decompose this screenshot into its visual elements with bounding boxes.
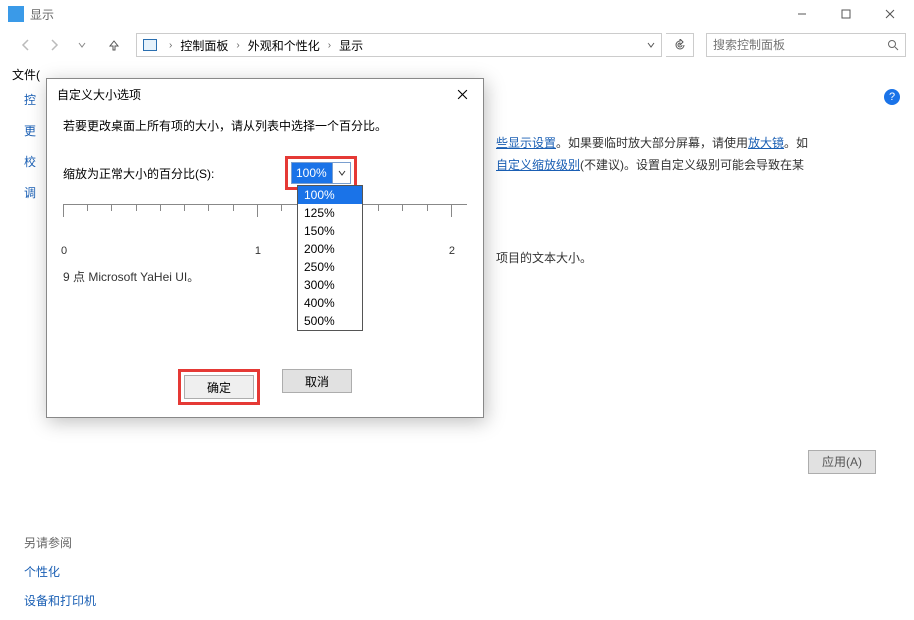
highlight-ok: 确定 xyxy=(178,369,260,405)
app-icon xyxy=(8,6,24,22)
scale-option[interactable]: 150% xyxy=(298,222,362,240)
apply-button[interactable]: 应用(A) xyxy=(808,450,876,474)
scale-value: 100% xyxy=(292,163,332,183)
left-sidebar: 控 更 校 调 xyxy=(24,91,36,201)
scale-option[interactable]: 400% xyxy=(298,294,362,312)
ruler[interactable]: 0 1 2 xyxy=(63,204,467,262)
back-button[interactable] xyxy=(14,33,38,57)
scale-option[interactable]: 250% xyxy=(298,258,362,276)
scale-combobox[interactable]: 100% xyxy=(291,162,351,184)
breadcrumb-item[interactable]: 外观和个性化 xyxy=(246,37,322,54)
window-title: 显示 xyxy=(30,6,54,23)
chevron-right-icon: › xyxy=(322,40,337,51)
custom-scaling-link[interactable]: 自定义缩放级别 xyxy=(496,158,580,172)
chevron-down-icon[interactable] xyxy=(332,163,350,183)
recent-dropdown[interactable] xyxy=(70,33,94,57)
sample-text: 9 点 Microsoft YaHei UI。 xyxy=(63,268,467,285)
breadcrumb-dropdown[interactable] xyxy=(641,40,661,50)
breadcrumb-item[interactable]: 控制面板 xyxy=(178,37,230,54)
nav-bar: › 控制面板 › 外观和个性化 › 显示 xyxy=(0,28,914,62)
scale-dropdown[interactable]: 100% 125% 150% 200% 250% 300% 400% 500% xyxy=(297,185,363,331)
up-button[interactable] xyxy=(102,33,126,57)
chevron-right-icon: › xyxy=(230,40,245,51)
refresh-button[interactable] xyxy=(666,33,694,57)
title-bar: 显示 xyxy=(0,0,914,28)
scale-label: 缩放为正常大小的百分比(S): xyxy=(63,165,285,182)
see-also-header: 另请参阅 xyxy=(24,534,96,551)
breadcrumb-item[interactable]: 显示 xyxy=(337,37,365,54)
breadcrumb[interactable]: › 控制面板 › 外观和个性化 › 显示 xyxy=(136,33,662,57)
search-icon[interactable] xyxy=(887,39,899,51)
help-icon[interactable]: ? xyxy=(884,89,900,105)
menu-file[interactable]: 文件( xyxy=(12,66,40,83)
sidebar-item[interactable]: 校 xyxy=(24,153,36,170)
scale-option[interactable]: 200% xyxy=(298,240,362,258)
devices-printers-link[interactable]: 设备和打印机 xyxy=(24,592,96,609)
dialog-title: 自定义大小选项 xyxy=(57,86,141,103)
personalization-link[interactable]: 个性化 xyxy=(24,563,96,580)
maximize-button[interactable] xyxy=(824,0,868,28)
search-input[interactable] xyxy=(707,34,905,56)
ok-button[interactable]: 确定 xyxy=(184,375,254,399)
scale-option[interactable]: 300% xyxy=(298,276,362,294)
main-content: 些显示设置。如果要临时放大部分屏幕，请使用放大镜。如 自定义缩放级别(不建议)。… xyxy=(496,87,914,474)
display-settings-link[interactable]: 些显示设置 xyxy=(496,136,556,150)
forward-button[interactable] xyxy=(42,33,66,57)
search-box[interactable] xyxy=(706,33,906,57)
sidebar-item[interactable]: 控 xyxy=(24,91,36,108)
sidebar-item[interactable]: 调 xyxy=(24,184,36,201)
cancel-button[interactable]: 取消 xyxy=(282,369,352,393)
minimize-button[interactable] xyxy=(780,0,824,28)
sidebar-item[interactable]: 更 xyxy=(24,122,36,139)
close-button[interactable] xyxy=(868,0,912,28)
control-panel-icon xyxy=(141,36,159,54)
see-also: 另请参阅 个性化 设备和打印机 xyxy=(24,534,96,609)
dialog-close-button[interactable] xyxy=(447,81,477,107)
scale-option[interactable]: 100% xyxy=(298,186,362,204)
custom-size-dialog: 自定义大小选项 若要更改桌面上所有项的大小，请从列表中选择一个百分比。 缩放为正… xyxy=(46,78,484,418)
chevron-right-icon: › xyxy=(163,40,178,51)
dialog-titlebar: 自定义大小选项 xyxy=(47,79,483,109)
scale-option[interactable]: 500% xyxy=(298,312,362,330)
scale-option[interactable]: 125% xyxy=(298,204,362,222)
dialog-description: 若要更改桌面上所有项的大小，请从列表中选择一个百分比。 xyxy=(63,117,467,134)
magnifier-link[interactable]: 放大镜 xyxy=(748,136,784,150)
